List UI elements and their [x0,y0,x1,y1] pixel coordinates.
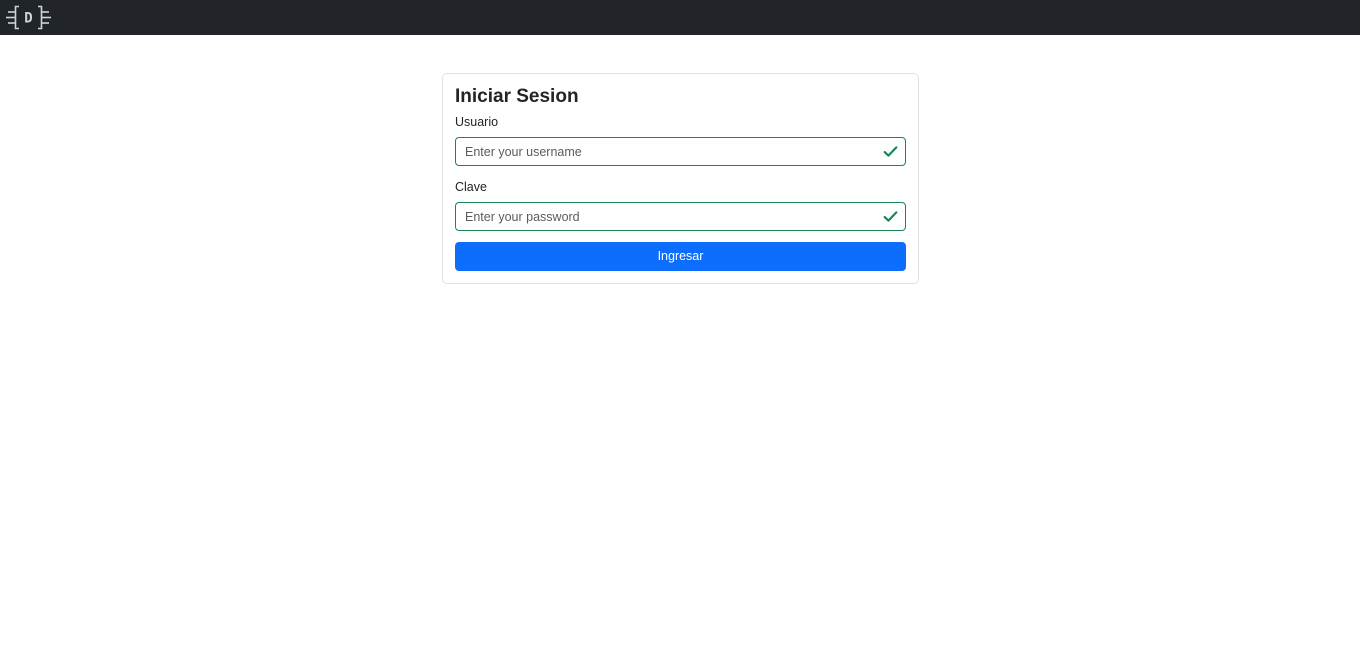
page-title: Iniciar Sesion [455,86,579,107]
login-submit-button[interactable]: Ingresar [455,242,906,271]
password-field-wrapper [455,202,906,231]
username-field-wrapper [455,137,906,166]
top-navbar: D [0,0,1360,35]
check-icon [883,146,898,157]
password-input[interactable] [455,202,906,231]
brand-logo-icon[interactable]: D [6,5,51,30]
check-icon [883,211,898,222]
password-label: Clave [455,180,487,194]
username-label: Usuario [455,115,499,129]
brand-logo-text: D [24,11,32,27]
login-card: Iniciar Sesion Usuario Clave Ingresar [442,73,919,284]
username-input[interactable] [455,137,906,166]
